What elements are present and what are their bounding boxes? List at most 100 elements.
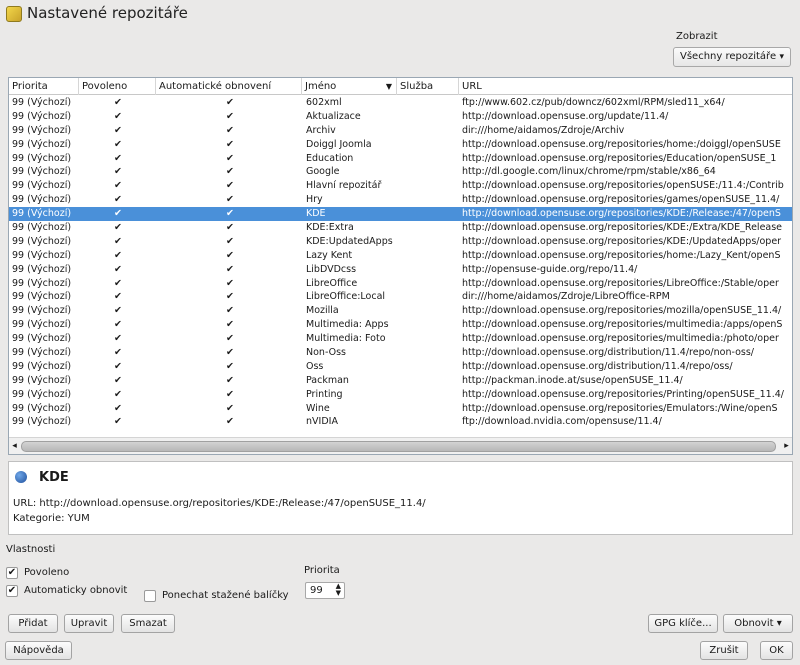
cell-url: http://download.opensuse.org/distributio… bbox=[462, 360, 733, 372]
cell-url: http://download.opensuse.org/repositorie… bbox=[462, 249, 781, 261]
table-row[interactable]: 99 (Výchozí) ✔ ✔ Multimedia: Foto http://dow… bbox=[9, 332, 792, 346]
enabled-checkbox-label: Povoleno bbox=[24, 567, 70, 578]
cell-auto-refresh: ✔ bbox=[226, 222, 234, 234]
table-row[interactable]: 99 (Výchozí) ✔ ✔ KDE:UpdatedApps http://down… bbox=[9, 235, 792, 249]
column-header-enabled[interactable]: Povoleno bbox=[79, 78, 156, 95]
horizontal-scrollbar[interactable]: ◂ ▸ bbox=[9, 437, 792, 454]
table-row[interactable]: 99 (Výchozí) ✔ ✔ Oss http://download.opensus… bbox=[9, 360, 792, 374]
table-row[interactable]: 99 (Výchozí) ✔ ✔ Mozilla http://download.ope… bbox=[9, 304, 792, 318]
cell-auto-refresh: ✔ bbox=[226, 249, 234, 261]
cell-auto-refresh: ✔ bbox=[226, 235, 234, 247]
cell-name: 602xml bbox=[306, 97, 342, 108]
cell-auto-refresh: ✔ bbox=[226, 291, 234, 303]
cell-name: nVIDIA bbox=[306, 416, 338, 428]
cell-auto-refresh: ✔ bbox=[226, 138, 234, 150]
cell-enabled: ✔ bbox=[114, 249, 122, 261]
cell-name: LibDVDcss bbox=[306, 263, 357, 275]
table-row[interactable]: 99 (Výchozí) ✔ ✔ Archiv dir:///home/aidamos/… bbox=[9, 124, 792, 138]
cell-name: Wine bbox=[306, 402, 330, 414]
cell-url: http://download.opensuse.org/repositorie… bbox=[462, 277, 779, 289]
cell-name: Archiv bbox=[306, 124, 336, 136]
cell-enabled: ✔ bbox=[114, 333, 122, 345]
table-row[interactable]: 99 (Výchozí) ✔ ✔ Aktualizace http://download… bbox=[9, 110, 792, 124]
cell-auto-refresh: ✔ bbox=[226, 263, 234, 275]
column-header-name[interactable]: Jméno ▼ bbox=[302, 78, 397, 95]
cell-name: Aktualizace bbox=[306, 110, 361, 122]
chevron-down-icon: ▾ bbox=[776, 618, 782, 629]
filter-select[interactable]: Všechny repozitáře ▾ bbox=[673, 47, 791, 67]
priority-spinbox[interactable]: 99 ▲ ▼ bbox=[305, 582, 345, 599]
table-row[interactable]: 99 (Výchozí) ✔ ✔ Non-Oss http://download.ope… bbox=[9, 346, 792, 360]
table-row[interactable]: 99 (Výchozí) ✔ ✔ Doiggl Joomla http://downlo… bbox=[9, 138, 792, 152]
cell-priority: 99 (Výchozí) bbox=[12, 110, 72, 122]
filter-selected-value: Všechny repozitáře bbox=[680, 51, 777, 62]
table-row[interactable]: 99 (Výchozí) ✔ ✔ nVIDIA ftp://download.nvidi… bbox=[9, 415, 792, 429]
table-row[interactable]: 99 (Výchozí) ✔ ✔ Printing http://download.op… bbox=[9, 388, 792, 402]
column-header-auto-refresh[interactable]: Automatické obnovení bbox=[156, 78, 302, 95]
gpg-keys-button[interactable]: GPG klíče... bbox=[648, 614, 718, 633]
table-row[interactable]: 99 (Výchozí) ✔ ✔ LibreOffice http://download… bbox=[9, 277, 792, 291]
add-button[interactable]: Přidat bbox=[8, 614, 58, 633]
table-row[interactable]: 99 (Výchozí) ✔ ✔ KDE http://download.opensus… bbox=[9, 207, 792, 222]
table-row[interactable]: 99 (Výchozí) ✔ ✔ Hry http://download.opensus… bbox=[9, 193, 792, 207]
auto-refresh-checkbox[interactable]: ✔ bbox=[6, 585, 18, 597]
cell-priority: 99 (Výchozí) bbox=[12, 319, 72, 331]
table-row[interactable]: 99 (Výchozí) ✔ ✔ Wine http://download.opensu… bbox=[9, 402, 792, 416]
properties-label: Vlastnosti bbox=[6, 544, 56, 555]
cell-priority: 99 (Výchozí) bbox=[12, 333, 72, 345]
edit-button[interactable]: Upravit bbox=[64, 614, 114, 633]
cell-priority: 99 (Výchozí) bbox=[12, 360, 72, 372]
table-row[interactable]: 99 (Výchozí) ✔ ✔ KDE:Extra http://download.o… bbox=[9, 221, 792, 235]
cell-auto-refresh: ✔ bbox=[226, 110, 234, 122]
app-icon bbox=[6, 6, 22, 22]
enabled-checkbox[interactable]: ✔ bbox=[6, 567, 18, 579]
cell-priority: 99 (Výchozí) bbox=[12, 124, 72, 136]
cell-name: Mozilla bbox=[306, 305, 339, 317]
sort-desc-icon: ▼ bbox=[385, 82, 392, 91]
table-row[interactable]: 99 (Výchozí) ✔ ✔ Hlavní repozitář http://dow… bbox=[9, 179, 792, 193]
scroll-right-icon[interactable]: ▸ bbox=[781, 438, 792, 454]
table-row[interactable]: 99 (Výchozí) ✔ ✔ Multimedia: Apps http://dow… bbox=[9, 318, 792, 332]
column-header-priority[interactable]: Priorita bbox=[9, 78, 79, 95]
scrollbar-thumb[interactable] bbox=[21, 441, 776, 452]
details-category: Kategorie: YUM bbox=[13, 513, 90, 524]
table-row[interactable]: 99 (Výchozí) ✔ ✔ 602xml ftp://www.602.cz/pub… bbox=[9, 96, 792, 110]
priority-label: Priorita bbox=[304, 565, 340, 576]
spin-arrows-icon[interactable]: ▲ ▼ bbox=[336, 583, 341, 597]
ok-button[interactable]: OK bbox=[760, 641, 793, 660]
cell-priority: 99 (Výchozí) bbox=[12, 305, 72, 317]
column-header-service[interactable]: Služba bbox=[397, 78, 459, 95]
cell-priority: 99 (Výchozí) bbox=[12, 208, 72, 220]
table-row[interactable]: 99 (Výchozí) ✔ ✔ Packman http://packman.inod… bbox=[9, 374, 792, 388]
table-row[interactable]: 99 (Výchozí) ✔ ✔ Education http://download.o… bbox=[9, 152, 792, 166]
cell-enabled: ✔ bbox=[114, 277, 122, 289]
cell-url: http://download.opensuse.org/repositorie… bbox=[462, 194, 780, 206]
cell-enabled: ✔ bbox=[114, 222, 122, 234]
cell-name: KDE:Extra bbox=[306, 222, 354, 234]
table-row[interactable]: 99 (Výchozí) ✔ ✔ Lazy Kent http://download.o… bbox=[9, 249, 792, 263]
cell-auto-refresh: ✔ bbox=[226, 194, 234, 206]
cell-auto-refresh: ✔ bbox=[226, 124, 234, 136]
refresh-menu-button[interactable]: Obnovit ▾ bbox=[723, 614, 793, 633]
scroll-left-icon[interactable]: ◂ bbox=[9, 438, 20, 454]
help-button[interactable]: Nápověda bbox=[5, 641, 72, 660]
cell-name: Printing bbox=[306, 388, 343, 400]
table-row[interactable]: 99 (Výchozí) ✔ ✔ LibreOffice:Local dir:///ho… bbox=[9, 290, 792, 304]
cell-name: Oss bbox=[306, 360, 324, 372]
cell-url: ftp://download.nvidia.com/opensuse/11.4/ bbox=[462, 416, 662, 428]
cell-auto-refresh: ✔ bbox=[226, 347, 234, 359]
cell-enabled: ✔ bbox=[114, 138, 122, 150]
cell-name: Lazy Kent bbox=[306, 249, 353, 261]
keep-packages-checkbox[interactable] bbox=[144, 590, 156, 602]
cell-url: http://download.opensuse.org/repositorie… bbox=[462, 333, 779, 345]
cell-enabled: ✔ bbox=[114, 416, 122, 428]
kde-icon bbox=[15, 471, 27, 483]
cell-name: Non-Oss bbox=[306, 347, 347, 359]
table-row[interactable]: 99 (Výchozí) ✔ ✔ Google http://dl.google.com… bbox=[9, 165, 792, 179]
cell-auto-refresh: ✔ bbox=[226, 277, 234, 289]
column-header-url[interactable]: URL bbox=[459, 78, 792, 95]
table-row[interactable]: 99 (Výchozí) ✔ ✔ LibDVDcss http://opensuse-g… bbox=[9, 263, 792, 277]
cell-priority: 99 (Výchozí) bbox=[12, 374, 72, 386]
delete-button[interactable]: Smazat bbox=[121, 614, 175, 633]
cancel-button[interactable]: Zrušit bbox=[700, 641, 748, 660]
